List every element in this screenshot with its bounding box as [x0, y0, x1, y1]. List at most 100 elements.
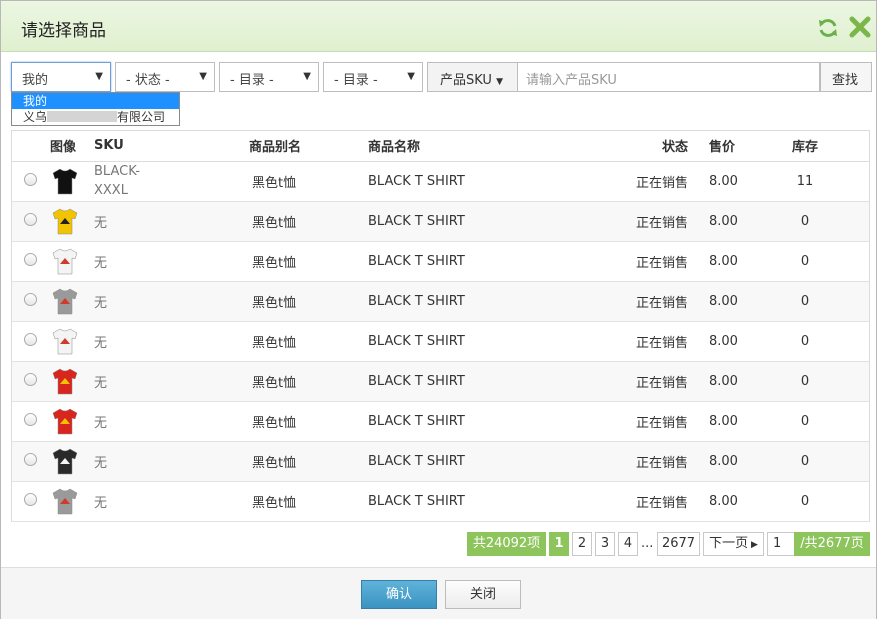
tshirt-icon: [52, 328, 78, 355]
row-status: 正在销售: [616, 481, 689, 522]
chevron-down-icon: ▼: [199, 71, 207, 82]
status-select[interactable]: - 状态 - ▼: [115, 62, 215, 92]
sku-search-placeholder: 请输入产品SKU: [526, 73, 617, 88]
row-image-cell: [50, 401, 94, 442]
row-price: 8.00: [689, 361, 741, 402]
catalog-select-2[interactable]: - 目录 - ▼: [323, 62, 423, 92]
row-stock: 0: [741, 241, 869, 282]
header-alias: 商品别名: [224, 131, 368, 162]
row-radio-cell: [12, 481, 50, 522]
confirm-button[interactable]: 确认: [361, 580, 437, 609]
row-image-cell: [50, 321, 94, 362]
row-alias: 黑色t恤: [224, 401, 368, 442]
row-price: 8.00: [689, 441, 741, 482]
row-radio[interactable]: [24, 452, 37, 466]
search-button[interactable]: 查找: [820, 62, 872, 92]
owner-option-label: 我的: [23, 94, 48, 108]
row-radio[interactable]: [24, 172, 37, 186]
select-product-dialog: 请选择商品 我的 ▼ - 状态 - ▼ - 目录 - ▼ - 目录 - ▼ 产品…: [0, 0, 877, 619]
row-radio[interactable]: [24, 252, 37, 266]
row-alias: 黑色t恤: [224, 201, 368, 242]
row-stock: 0: [741, 401, 869, 442]
sku-type-button[interactable]: 产品SKU ▼: [427, 62, 518, 92]
table-row[interactable]: 无黑色t恤 BLACK T SHIRT 正在销售 8.00 0: [12, 281, 869, 322]
tshirt-icon: [52, 488, 78, 515]
pagination: 共24092项 1 2 3 4 ... 2677 下一页 ▶ 1 /共2677页: [1, 532, 877, 556]
row-image-cell: [50, 161, 94, 202]
row-stock: 0: [741, 361, 869, 402]
row-price: 8.00: [689, 161, 741, 202]
table-row[interactable]: 无黑色t恤 BLACK T SHIRT 正在销售 8.00 0: [12, 441, 869, 482]
owner-option-mine[interactable]: 我的: [12, 93, 179, 109]
row-image-cell: [50, 361, 94, 402]
sku-type-label: 产品SKU: [440, 73, 492, 88]
tshirt-icon: [52, 288, 78, 315]
row-price: 8.00: [689, 241, 741, 282]
row-image-cell: [50, 481, 94, 522]
row-radio-cell: [12, 201, 50, 242]
header-status: 状态: [616, 131, 689, 162]
row-status: 正在销售: [616, 361, 689, 402]
table-row[interactable]: 无黑色t恤 BLACK T SHIRT 正在销售 8.00 0: [12, 481, 869, 522]
row-radio[interactable]: [24, 212, 37, 226]
owner-option-company[interactable]: 义乌 有限公司: [12, 109, 179, 125]
goto-page-input[interactable]: 1: [767, 532, 795, 556]
row-alias: 黑色t恤: [224, 361, 368, 402]
page-button[interactable]: 3: [595, 532, 615, 556]
owner-dropdown-list: 我的 义乌 有限公司: [11, 92, 180, 126]
row-sku: 无: [94, 441, 224, 482]
row-status: 正在销售: [616, 281, 689, 322]
row-radio[interactable]: [24, 492, 37, 506]
row-image-cell: [50, 441, 94, 482]
row-price: 8.00: [689, 481, 741, 522]
chevron-down-icon: ▼: [407, 71, 415, 82]
row-radio[interactable]: [24, 292, 37, 306]
row-stock: 0: [741, 201, 869, 242]
row-name: BLACK T SHIRT: [368, 361, 616, 402]
dialog-footer: 确认 关闭: [1, 567, 876, 619]
header-name: 商品名称: [368, 131, 616, 162]
row-alias: 黑色t恤: [224, 481, 368, 522]
page-button-last[interactable]: 2677: [657, 532, 700, 556]
catalog-select-2-value: - 目录 -: [334, 73, 378, 88]
row-stock: 11: [741, 161, 869, 202]
row-alias: 黑色t恤: [224, 161, 368, 202]
page-button-current[interactable]: 1: [549, 532, 569, 556]
row-radio-cell: [12, 281, 50, 322]
page-button[interactable]: 2: [572, 532, 592, 556]
catalog-select-1[interactable]: - 目录 - ▼: [219, 62, 319, 92]
row-radio[interactable]: [24, 412, 37, 426]
row-sku: BLACK-XXXL: [94, 161, 224, 202]
table-row[interactable]: BLACK-XXXL 黑色t恤 BLACK T SHIRT 正在销售 8.00 11: [12, 161, 869, 202]
row-image-cell: [50, 201, 94, 242]
header-price: 售价: [689, 131, 741, 162]
row-radio-cell: [12, 401, 50, 442]
sku-search-input[interactable]: 请输入产品SKU: [517, 62, 820, 92]
close-button[interactable]: 关闭: [445, 580, 521, 609]
row-radio[interactable]: [24, 332, 37, 346]
row-alias: 黑色t恤: [224, 281, 368, 322]
table-row[interactable]: 无黑色t恤 BLACK T SHIRT 正在销售 8.00 0: [12, 241, 869, 282]
row-status: 正在销售: [616, 241, 689, 282]
next-page-label: 下一页: [709, 536, 749, 551]
tshirt-icon: [52, 248, 78, 275]
header-image: 图像: [50, 131, 94, 162]
owner-select-value: 我的: [22, 73, 49, 88]
total-items-badge: 共24092项: [467, 532, 546, 556]
page-button[interactable]: 4: [618, 532, 638, 556]
close-icon[interactable]: [848, 15, 872, 39]
dialog-header: 请选择商品: [1, 1, 876, 52]
row-status: 正在销售: [616, 441, 689, 482]
row-name: BLACK T SHIRT: [368, 401, 616, 442]
caret-down-icon: ▼: [496, 77, 504, 87]
refresh-icon[interactable]: [817, 17, 839, 39]
owner-select[interactable]: 我的 ▼: [11, 62, 111, 92]
table-row[interactable]: 无黑色t恤 BLACK T SHIRT 正在销售 8.00 0: [12, 361, 869, 402]
table-header-row: 图像 SKU 商品别名 商品名称 状态 售价 库存: [12, 131, 869, 162]
row-radio[interactable]: [24, 372, 37, 386]
table-row[interactable]: 无黑色t恤 BLACK T SHIRT 正在销售 8.00 0: [12, 401, 869, 442]
table-row[interactable]: 无黑色t恤 BLACK T SHIRT 正在销售 8.00 0: [12, 321, 869, 362]
next-page-button[interactable]: 下一页 ▶: [703, 532, 764, 556]
table-row[interactable]: 无黑色t恤 BLACK T SHIRT 正在销售 8.00 0: [12, 201, 869, 242]
row-image-cell: [50, 241, 94, 282]
